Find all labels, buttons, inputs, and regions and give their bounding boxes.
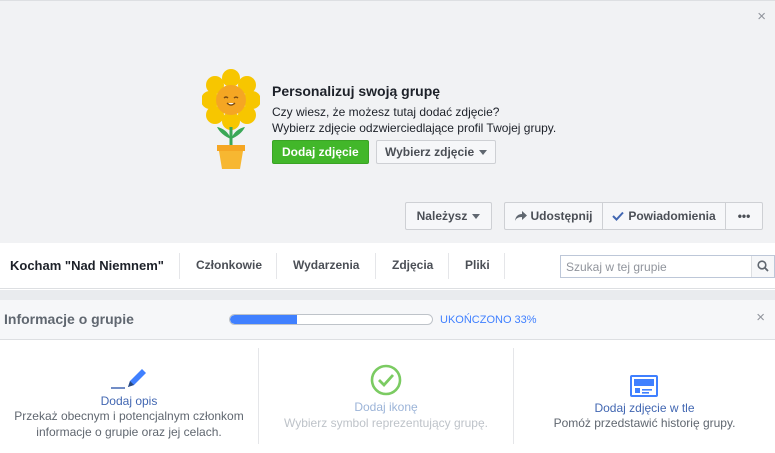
search-icon bbox=[757, 260, 769, 272]
add-photo-button[interactable]: Dodaj zdjęcie bbox=[272, 140, 369, 164]
tab-photos[interactable]: Zdjęcia bbox=[392, 258, 433, 272]
add-description-card: Dodaj opis Przekaż obecnym i potencjalny… bbox=[0, 341, 258, 453]
chevron-down-icon bbox=[472, 214, 481, 220]
member-button[interactable]: Należysz bbox=[405, 202, 492, 230]
promo-title: Personalizuj swoją grupę bbox=[272, 83, 441, 99]
add-photo-label: Dodaj zdjęcie bbox=[282, 145, 359, 159]
share-button[interactable]: Udostępnij bbox=[504, 202, 603, 230]
chevron-down-icon bbox=[479, 150, 488, 156]
notifications-label: Powiadomienia bbox=[628, 209, 716, 223]
tab-divider bbox=[276, 253, 277, 279]
add-icon-link[interactable]: Dodaj ikonę bbox=[259, 400, 513, 414]
add-cover-photo-text: Pomóż przedstawić historię grupy. bbox=[553, 416, 736, 430]
progress-bar bbox=[229, 314, 433, 325]
notifications-button[interactable]: Powiadomienia bbox=[602, 202, 726, 230]
tab-members[interactable]: Członkowie bbox=[196, 258, 262, 272]
close-icon[interactable]: × bbox=[757, 9, 766, 24]
promo-text-line1: Czy wiesz, że możesz tutaj dodać zdjęcie… bbox=[272, 105, 500, 119]
checkmark-icon bbox=[612, 211, 625, 221]
add-cover-photo-link[interactable]: Dodaj zdjęcie w tle bbox=[514, 401, 775, 415]
add-icon-card: Dodaj ikonę Wybierz symbol reprezentując… bbox=[259, 341, 513, 453]
pencil-icon bbox=[111, 369, 146, 389]
add-icon-text: Wybierz symbol reprezentujący grupę. bbox=[284, 416, 488, 430]
add-description-link[interactable]: Dodaj opis bbox=[0, 394, 258, 408]
search-button[interactable] bbox=[751, 256, 774, 277]
share-label: Udostępnij bbox=[530, 209, 593, 223]
more-dots-icon: ••• bbox=[737, 209, 751, 223]
search-input[interactable] bbox=[561, 256, 751, 277]
group-nav-bar: Kocham "Nad Niemnem" Członkowie Wydarzen… bbox=[0, 243, 775, 289]
tab-divider bbox=[448, 253, 449, 279]
group-name[interactable]: Kocham "Nad Niemnem" bbox=[10, 258, 164, 273]
add-description-text-2: informacje o grupie oraz jej celach. bbox=[36, 425, 222, 439]
tab-events[interactable]: Wydarzenia bbox=[293, 258, 359, 272]
close-icon[interactable]: × bbox=[756, 310, 765, 325]
progress-fill bbox=[230, 315, 297, 324]
tab-divider bbox=[375, 253, 376, 279]
cover-area: × Personalizuj swoją grupę Czy wiesz, że… bbox=[0, 0, 775, 243]
check-circle-icon bbox=[370, 364, 402, 396]
tab-files[interactable]: Pliki bbox=[465, 258, 490, 272]
more-options-button[interactable]: ••• bbox=[725, 202, 763, 230]
add-cover-photo-card: Dodaj zdjęcie w tle Pomóż przedstawić hi… bbox=[514, 341, 775, 453]
choose-photo-button[interactable]: Wybierz zdjęcie bbox=[376, 140, 497, 164]
group-info-header: Informacje o grupie UKOŃCZONO 33% × bbox=[0, 300, 775, 340]
add-description-text-1: Przekaż obecnym i potencjalnym członkom bbox=[14, 409, 244, 423]
promo-text-line2: Wybierz zdjęcie odzwierciedlające profil… bbox=[272, 121, 557, 135]
tab-divider bbox=[179, 253, 180, 279]
progress-label: UKOŃCZONO 33% bbox=[440, 314, 537, 326]
group-search bbox=[560, 255, 775, 278]
share-icon bbox=[514, 211, 527, 221]
section-divider bbox=[0, 290, 775, 300]
group-info-title: Informacje o grupie bbox=[4, 311, 134, 327]
flower-illustration bbox=[202, 69, 260, 169]
photo-icon bbox=[629, 375, 658, 397]
choose-photo-label: Wybierz zdjęcie bbox=[385, 145, 475, 159]
tab-divider bbox=[504, 253, 505, 279]
member-label: Należysz bbox=[416, 209, 468, 223]
